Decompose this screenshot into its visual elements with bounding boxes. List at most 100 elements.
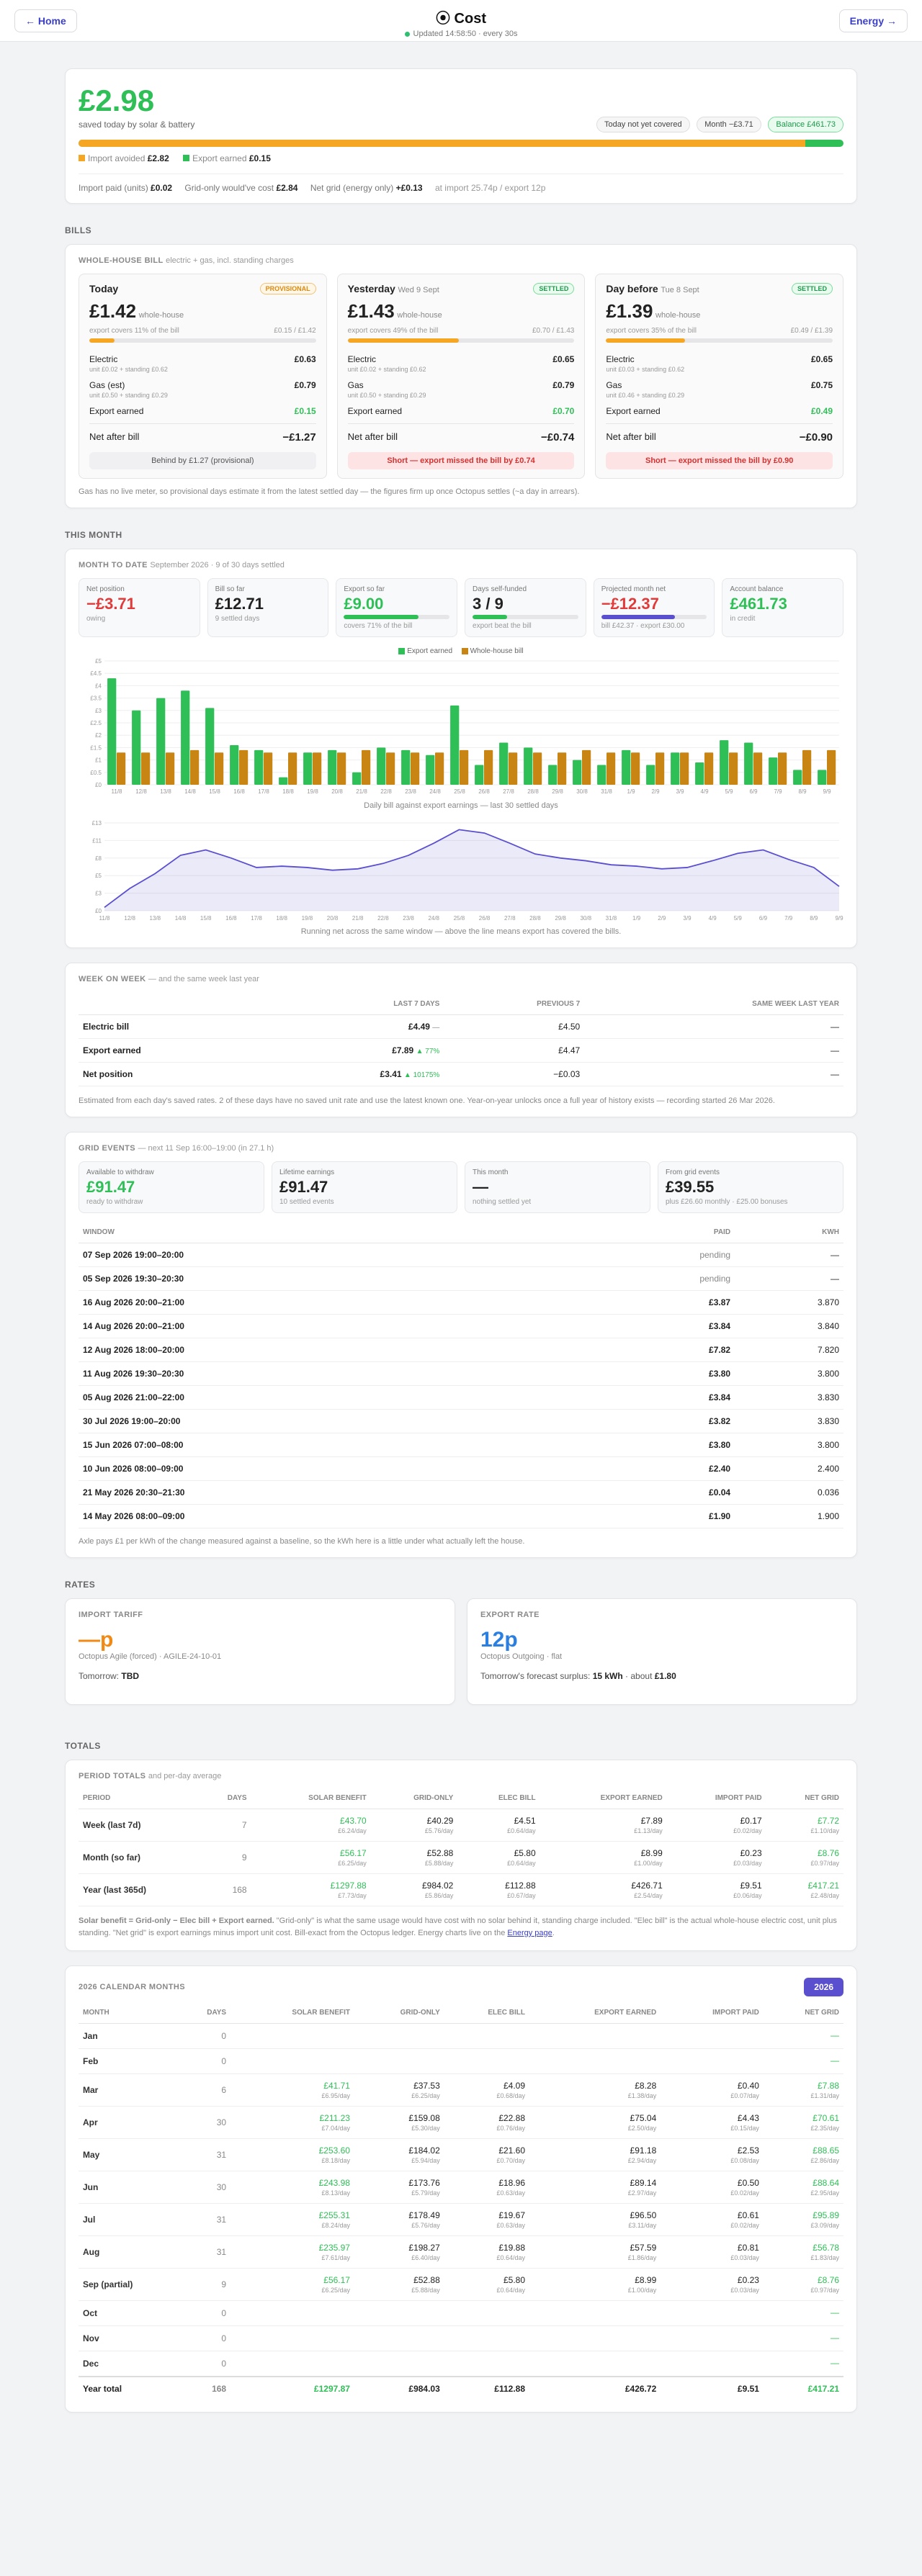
- cell-per-day: £0.97/day: [810, 2287, 839, 2294]
- x-tick-label: 31/8: [606, 915, 617, 922]
- rates-row: Import tariff —p Octopus Agile (forced) …: [65, 1598, 857, 1719]
- elec-label: Electric unit £0.03 + standing £0.62: [606, 354, 685, 373]
- row-days: 31: [187, 2235, 231, 2269]
- row-days: 31: [187, 2203, 231, 2236]
- export-rate-title: Export rate: [480, 1611, 540, 1619]
- cell-per-day: £3.09/day: [810, 2222, 839, 2229]
- running-net-area: [104, 829, 839, 911]
- bill-bar: [558, 752, 567, 785]
- export-bar: [279, 777, 288, 785]
- cell-value: £8.76: [817, 1848, 839, 1858]
- cell-per-day: £0.64/day: [507, 1827, 536, 1834]
- energy-button[interactable]: Energy →: [838, 9, 908, 32]
- week-row: Export earned £7.89 ▲ 77% £4.47—: [79, 1038, 843, 1063]
- export-bar: [132, 710, 141, 785]
- x-tick-label: 11/8: [112, 788, 123, 795]
- y-tick-label: £5: [95, 658, 102, 665]
- col-header: Solar benefit: [251, 1788, 371, 1809]
- table-row: Month (so far) 9 £56.17 £6.25/day £52.88 £5.8…: [79, 1841, 843, 1874]
- value-cell: £19.88 £0.64/day: [444, 2235, 530, 2269]
- energy-page-link[interactable]: Energy page: [507, 1929, 552, 1937]
- value-cell: [354, 2300, 444, 2326]
- stat-sub: plus £26.60 monthly · £25.00 bonuses: [666, 1198, 788, 1206]
- value-cell: £0.23 £0.03/day: [661, 2268, 764, 2301]
- cell-per-day: £5.79/day: [411, 2189, 440, 2197]
- value-cell: [230, 2023, 354, 2049]
- cell-per-day: £6.25/day: [338, 1860, 367, 1867]
- cell-value: £2.53: [737, 2145, 759, 2156]
- x-tick-label: 9/9: [835, 915, 843, 922]
- stat-sub: ready to withdraw: [86, 1198, 143, 1206]
- forecast-gbp: £1.80: [654, 1671, 676, 1681]
- grid-header-row: Window Paid kWh: [79, 1222, 843, 1243]
- cell-value: £21.60: [498, 2145, 526, 2156]
- col-header: Elec bill: [444, 2002, 530, 2024]
- gas-label: Gas (est) unit £0.50 + standing £0.29: [89, 380, 168, 399]
- bill-bar: [533, 752, 542, 785]
- value-cell: [529, 2048, 661, 2074]
- bill-bar: [802, 749, 812, 785]
- value-cell: £7.72 £1.10/day: [766, 1809, 843, 1842]
- cell-value: £0.17: [740, 1816, 762, 1826]
- row-label: Sep (partial): [79, 2268, 188, 2301]
- x-tick-label: 25/8: [454, 915, 465, 922]
- bill-day-name: Today: [89, 283, 119, 294]
- cell-per-day: £5.86/day: [424, 1892, 454, 1899]
- row-label: Apr: [79, 2106, 188, 2139]
- export-bar: [401, 749, 411, 785]
- value-cell: £91.18 £2.94/day: [529, 2138, 661, 2171]
- value-cell: £0.81 £0.03/day: [661, 2235, 764, 2269]
- bills-card-title: Whole-house bill electric + gas, incl. s…: [79, 256, 843, 265]
- stat-sub: 9 settled days: [215, 615, 260, 623]
- bill-day-card: Today PROVISIONAL £1.42 whole-house expo…: [79, 274, 327, 479]
- x-tick-label: 12/8: [135, 788, 147, 795]
- cell-per-day: £6.24/day: [338, 1827, 367, 1834]
- x-tick-label: 2/9: [658, 915, 666, 922]
- bill-bar: [484, 749, 493, 785]
- row-label: Week (last 7d): [79, 1809, 208, 1842]
- total-cell: £417.21: [763, 2376, 843, 2400]
- export-label: Export earned: [89, 406, 144, 416]
- cell-value: £243.98: [318, 2178, 350, 2188]
- total-cell: £9.51: [661, 2376, 764, 2400]
- bill-status-note: Short — export missed the bill by £0.74: [347, 452, 575, 469]
- week-last7-value: £7.89: [392, 1045, 414, 1055]
- event-kwh: —: [735, 1266, 843, 1291]
- legend-export: Export earned: [407, 647, 453, 655]
- bill-bar: [509, 752, 518, 785]
- value-cell: [444, 2325, 530, 2351]
- x-tick-label: 20/8: [331, 788, 343, 795]
- col-header: Import paid: [666, 1788, 766, 1809]
- value-cell: £18.96 £0.63/day: [444, 2171, 530, 2204]
- home-button[interactable]: ← Home: [14, 9, 77, 32]
- event-paid: £3.80: [475, 1361, 735, 1386]
- year-selector-button[interactable]: 2026: [804, 1978, 843, 1996]
- x-tick-label: 24/8: [429, 788, 441, 795]
- col-header: Net grid: [766, 1788, 843, 1809]
- cell-per-day: £2.50/day: [627, 2125, 657, 2132]
- cell-value: £112.88: [505, 1881, 536, 1891]
- table-header-row: Month Days Solar benefit Grid-only Elec bill…: [79, 2002, 843, 2024]
- row-days: 0: [187, 2300, 231, 2326]
- x-tick-label: 6/9: [759, 915, 768, 922]
- running-net-chart: £0 £3 £5 £8 £11 £13 11/8 12/8 13/8 14/8 15/8 16/8 17…: [92, 820, 843, 922]
- export-bar: [475, 765, 484, 785]
- event-window: 05 Aug 2026 21:00–22:00: [79, 1385, 476, 1410]
- elec-label: Electric unit £0.02 + standing £0.62: [89, 354, 168, 373]
- total-cell: 168: [187, 2376, 231, 2400]
- x-tick-label: 19/8: [302, 915, 313, 922]
- value-cell: £9.51 £0.06/day: [666, 1873, 766, 1906]
- week-last-year: —: [584, 1038, 843, 1063]
- stat-sub: in credit: [730, 615, 756, 623]
- event-window: 16 Aug 2026 20:00–21:00: [79, 1290, 476, 1315]
- event-kwh: 7.820: [735, 1338, 843, 1362]
- value-cell: £426.71 £2.54/day: [540, 1873, 667, 1906]
- cell-value: £253.60: [318, 2145, 350, 2156]
- value-cell: £2.53 £0.08/day: [661, 2138, 764, 2171]
- y-tick-label: £0: [95, 908, 102, 914]
- x-tick-label: 23/8: [405, 788, 416, 795]
- col-header: Solar benefit: [230, 2002, 354, 2024]
- stat-label: Lifetime earnings: [279, 1168, 335, 1176]
- col-header: Days: [207, 1788, 251, 1809]
- grid-title-sub: — next 11 Sep 16:00–19:00 (in 27.1 h): [138, 1144, 274, 1153]
